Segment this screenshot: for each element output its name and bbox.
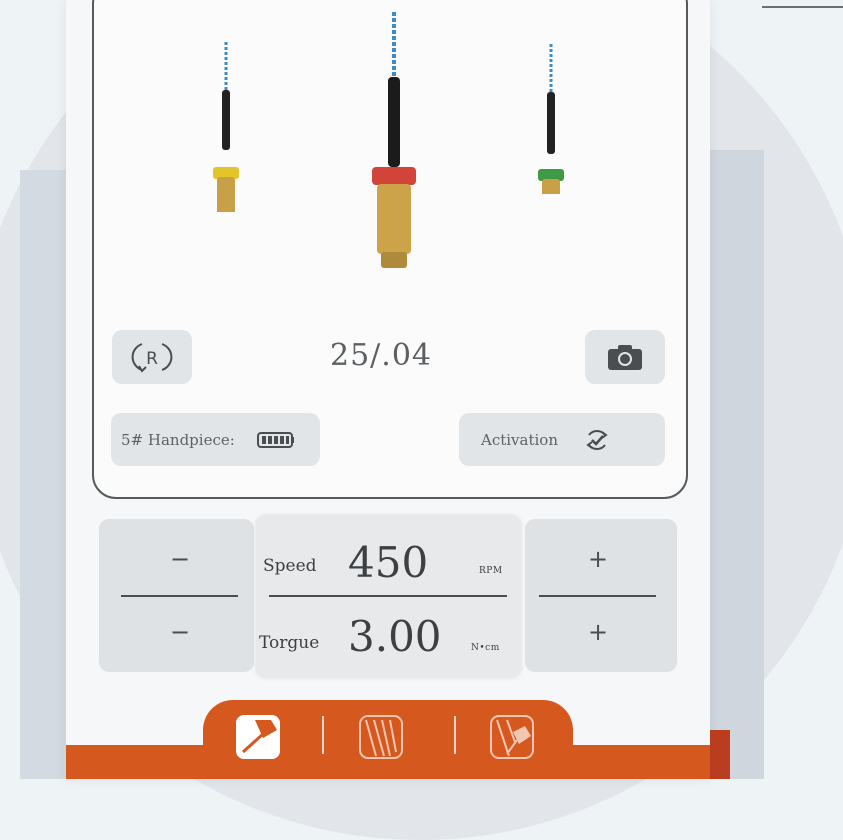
reciprocating-mode-icon[interactable] — [487, 712, 537, 762]
svg-text:R: R — [146, 349, 158, 369]
speed-unit: RPM — [479, 566, 503, 576]
handpiece-status[interactable]: 5# Handpiece: — [111, 413, 320, 466]
torque-label: Torgue — [259, 633, 320, 653]
torque-decrease-button[interactable]: − — [170, 618, 190, 646]
single-file-mode-icon[interactable] — [233, 712, 283, 762]
speed-label: Speed — [263, 556, 317, 576]
increase-divider — [539, 595, 656, 597]
activation-button[interactable]: Activation — [459, 413, 665, 466]
tab-separator — [454, 716, 456, 754]
torque-value: 3.00 — [348, 612, 442, 661]
speed-increase-button[interactable]: + — [588, 545, 608, 573]
handpiece-label: 5# Handpiece: — [121, 430, 235, 449]
activation-label: Activation — [481, 430, 558, 449]
speed-value: 450 — [348, 538, 429, 587]
reverse-button[interactable]: R — [112, 330, 192, 384]
activation-check-icon — [586, 429, 608, 450]
tab-separator — [322, 716, 324, 754]
display-divider — [269, 595, 507, 597]
battery-icon — [256, 431, 294, 448]
bottom-bar-edge — [710, 730, 730, 779]
file-green-image — [538, 44, 564, 194]
speed-decrease-button[interactable]: − — [170, 545, 190, 573]
file-red-image — [372, 12, 416, 268]
reverse-rotation-icon: R — [131, 343, 173, 373]
torque-increase-button[interactable]: + — [588, 618, 608, 646]
background-panel-right — [704, 150, 764, 779]
torque-unit: N•cm — [471, 643, 500, 653]
decrease-divider — [121, 595, 238, 597]
camera-icon — [608, 345, 642, 370]
file-size-label: 25/.04 — [330, 338, 432, 373]
top-rule — [762, 6, 843, 8]
file-yellow-image — [213, 42, 239, 212]
sequence-mode-icon[interactable] — [356, 712, 406, 762]
camera-button[interactable] — [585, 330, 665, 384]
